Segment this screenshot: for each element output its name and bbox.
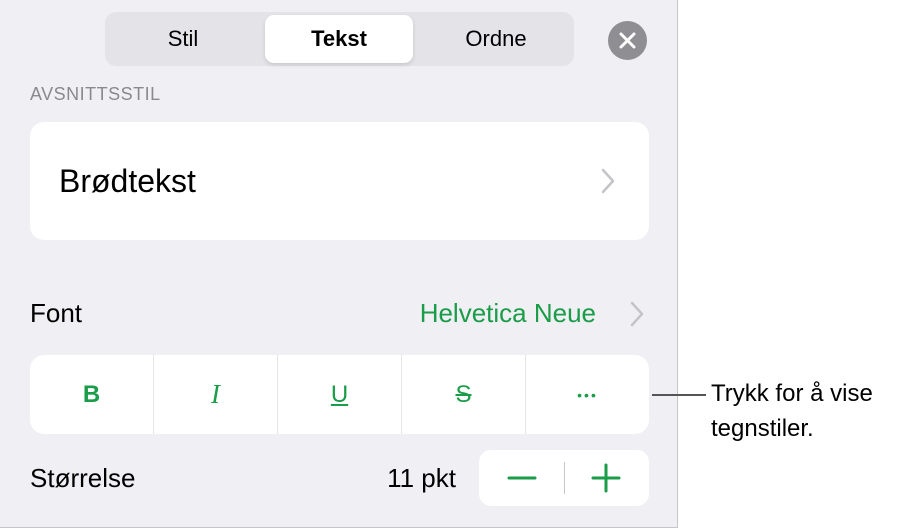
callout-line-2: tegnstiler. [711, 415, 814, 442]
minus-icon [507, 476, 537, 480]
increase-size-button[interactable] [564, 450, 649, 506]
size-label: Størrelse [30, 463, 136, 493]
font-label: Font [30, 298, 83, 328]
chevron-right-icon [601, 168, 615, 194]
plus-icon [591, 463, 621, 493]
callout-line-1: Trykk for å vise [711, 380, 873, 407]
tab-ordne[interactable]: Ordne [422, 15, 570, 63]
section-label-paragraph-style: AVSNITTSSTIL [30, 84, 161, 104]
bold-button[interactable]: B [30, 355, 153, 434]
tab-stil[interactable]: Stil [109, 15, 257, 63]
segmented-control: Stil Tekst Ordne [105, 12, 574, 66]
callout-line [652, 394, 706, 396]
underline-button[interactable]: U [278, 355, 401, 434]
paragraph-style-value: Brødtekst [59, 163, 196, 199]
strikethrough-button[interactable]: S [402, 355, 525, 434]
decrease-size-button[interactable] [479, 450, 564, 506]
callout-text: Trykk for å vise tegnstiler. [711, 376, 911, 446]
paragraph-style-row[interactable]: Brødtekst [30, 122, 649, 240]
chevron-right-icon[interactable] [630, 301, 644, 327]
size-value: 11 pkt [387, 463, 456, 493]
font-value[interactable]: Helvetica Neue [420, 298, 596, 329]
close-icon [619, 32, 636, 49]
tab-tekst[interactable]: Tekst [265, 15, 413, 63]
character-format-bar: B I U S ••• [30, 355, 649, 434]
size-stepper [479, 450, 649, 506]
italic-button[interactable]: I [154, 355, 277, 434]
more-text-options-button[interactable]: ••• [526, 355, 649, 434]
close-button[interactable] [608, 21, 647, 60]
format-panel: Stil Tekst Ordne AVSNITTSSTIL Brødtekst … [0, 0, 678, 528]
